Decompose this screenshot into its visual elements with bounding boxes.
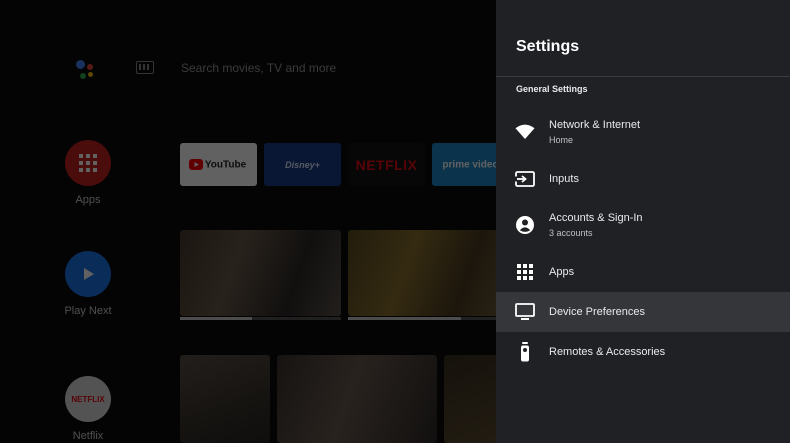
- settings-item-accounts[interactable]: Accounts & Sign-In 3 accounts: [496, 205, 790, 245]
- apps-grid-icon: [514, 261, 536, 283]
- home-screen-background: Search movies, TV and more Apps Play Nex…: [0, 0, 496, 443]
- settings-item-inputs[interactable]: Inputs: [496, 159, 790, 199]
- wifi-icon: [514, 121, 536, 143]
- netflix-logo-text: NETFLIX: [71, 394, 105, 404]
- sidebar-apps-label: Apps: [75, 194, 101, 206]
- youtube-tile[interactable]: YouTube: [180, 143, 257, 186]
- play-next-card-2[interactable]: [348, 230, 496, 316]
- settings-item-device-preferences[interactable]: Device Preferences: [496, 292, 790, 332]
- disney-label: Disney+: [285, 159, 320, 170]
- google-assistant-icon[interactable]: [72, 56, 100, 84]
- settings-item-label: Inputs: [549, 173, 579, 185]
- settings-item-label: Network & Internet: [549, 119, 641, 131]
- apps-grid-icon: [65, 140, 111, 186]
- sidebar-netflix-label: Netflix: [72, 430, 104, 442]
- netflix-card-2[interactable]: [277, 355, 437, 443]
- sidebar-apps[interactable]: Apps: [60, 140, 116, 206]
- settings-item-remotes[interactable]: Remotes & Accessories: [496, 332, 790, 372]
- settings-item-label: Device Preferences: [549, 306, 645, 318]
- settings-item-label: Accounts & Sign-In: [549, 212, 643, 224]
- prime-label: prime video: [442, 159, 496, 170]
- settings-item-network[interactable]: Network & Internet Home: [496, 112, 790, 152]
- settings-item-sublabel: Home: [549, 135, 574, 145]
- youtube-label: YouTube: [204, 159, 247, 170]
- play-next-progress-1: [180, 317, 341, 320]
- account-icon: [514, 214, 536, 236]
- disney-tile[interactable]: Disney+: [264, 143, 341, 186]
- netflix-tile[interactable]: NETFLIX: [348, 143, 425, 186]
- settings-item-label: Apps: [549, 266, 575, 278]
- remote-icon: [514, 341, 536, 363]
- sidebar-play-next-label: Play Next: [64, 305, 112, 317]
- settings-item-sublabel: 3 accounts: [549, 228, 593, 238]
- tv-icon: [514, 301, 536, 323]
- play-next-card-1[interactable]: [180, 230, 341, 316]
- netflix-tile-label: NETFLIX: [355, 156, 418, 173]
- netflix-card-3[interactable]: [444, 355, 496, 443]
- settings-panel: Settings General Settings Network & Inte…: [496, 0, 790, 443]
- sidebar-play-next[interactable]: Play Next: [60, 251, 116, 317]
- section-header: General Settings: [516, 84, 588, 94]
- input-icon: [514, 168, 536, 190]
- sidebar-netflix[interactable]: NETFLIX Netflix: [60, 376, 116, 442]
- settings-item-label: Remotes & Accessories: [549, 346, 666, 358]
- panel-divider: [496, 76, 790, 77]
- netflix-logo: NETFLIX: [65, 376, 111, 422]
- play-icon: [65, 251, 111, 297]
- keyboard-icon[interactable]: [136, 61, 154, 74]
- netflix-card-1[interactable]: [180, 355, 270, 443]
- panel-title: Settings: [516, 38, 580, 55]
- settings-item-apps[interactable]: Apps: [496, 252, 790, 292]
- prime-video-tile[interactable]: prime video: [432, 143, 496, 186]
- search-bar[interactable]: Search movies, TV and more: [181, 61, 336, 75]
- play-next-progress-2: [348, 317, 496, 320]
